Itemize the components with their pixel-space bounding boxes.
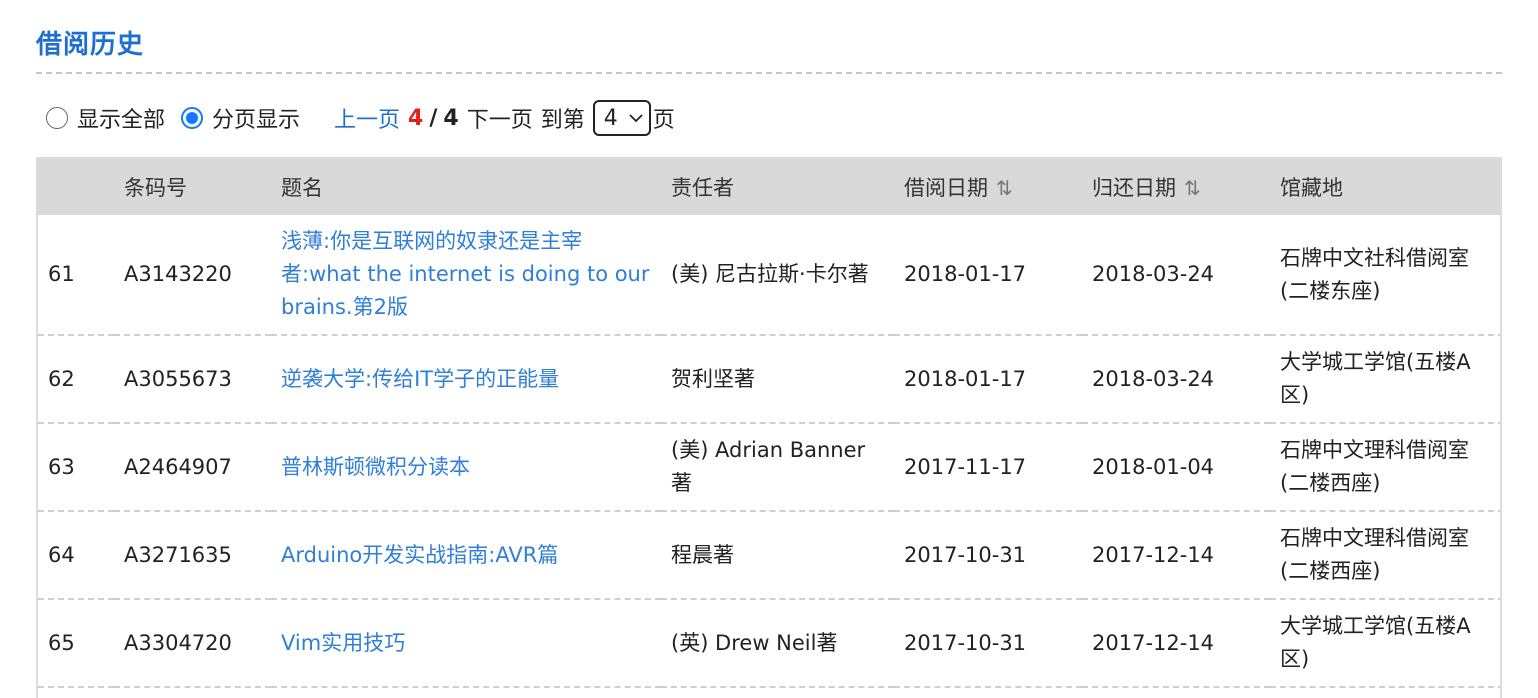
borrow-date-label: 借阅日期 [904, 176, 988, 200]
cell-location: 石牌中文社科借阅室(二楼东座) [1270, 215, 1500, 336]
table-row: 61 A3143220 浅薄:你是互联网的奴隶还是主宰者:what the in… [38, 215, 1500, 336]
cell-return-date: 2018-03-24 [1082, 215, 1270, 336]
col-header-no [38, 159, 114, 215]
borrow-history-page: 借阅历史 显示全部 分页显示 上一页 4 / 4 下一页 到第 4 页 条码号 … [0, 0, 1538, 698]
col-header-barcode: 条码号 [114, 159, 271, 215]
table-row: 65 A3304720 Vim实用技巧 (英) Drew Neil著 2017-… [38, 599, 1500, 688]
return-date-label: 归还日期 [1092, 176, 1176, 200]
cell-return-date: 2018-03-24 [1082, 335, 1270, 424]
paged-radio[interactable] [181, 107, 204, 129]
cell-barcode: A3143220 [114, 215, 271, 336]
table-row: 63 A2464907 普林斯顿微积分读本 (美) Adrian Banner著… [38, 423, 1500, 512]
cell-author: (美) Adrian Banner著 [661, 423, 894, 512]
cell-location: 大学城工学馆(五楼A区) [1270, 335, 1500, 424]
cell-title: 普林斯顿微积分读本 [271, 423, 661, 512]
col-header-author: 责任者 [661, 159, 894, 215]
show-all-label: 显示全部 [77, 108, 166, 133]
history-table: 条码号 题名 责任者 借阅日期 ⇅ 归还日期 ⇅ 馆藏地 61 A3143220 浅 [38, 159, 1500, 688]
show-all-option[interactable]: 显示全部 [46, 102, 165, 134]
cell-borrow-date: 2018-01-17 [894, 335, 1082, 424]
prev-page-link[interactable]: 上一页 [334, 102, 400, 134]
col-header-title: 题名 [271, 159, 661, 215]
display-controls: 显示全部 分页显示 上一页 4 / 4 下一页 到第 4 页 [46, 98, 675, 138]
cell-no: 63 [38, 423, 114, 512]
cell-author: 程晨著 [661, 511, 894, 600]
cell-title: 浅薄:你是互联网的奴隶还是主宰者:what the internet is do… [271, 215, 661, 336]
paged-label: 分页显示 [212, 108, 301, 133]
cell-return-date: 2018-01-04 [1082, 423, 1270, 512]
book-title-link[interactable]: 浅薄:你是互联网的奴隶还是主宰者:what the internet is do… [281, 229, 650, 319]
current-page: 4 [408, 105, 424, 131]
page-title: 借阅历史 [36, 30, 145, 60]
cell-borrow-date: 2017-10-31 [894, 511, 1082, 600]
cell-borrow-date: 2017-10-31 [894, 599, 1082, 688]
cell-return-date: 2017-12-14 [1082, 599, 1270, 688]
book-title-link[interactable]: 逆袭大学:传给IT学子的正能量 [281, 367, 559, 391]
cell-barcode: A3304720 [114, 599, 271, 688]
total-pages: 4 [443, 105, 459, 131]
table-row: 62 A3055673 逆袭大学:传给IT学子的正能量 贺利坚著 2018-01… [38, 335, 1500, 424]
cell-barcode: A3055673 [114, 335, 271, 424]
title-divider [36, 72, 1502, 74]
table-header-row: 条码号 题名 责任者 借阅日期 ⇅ 归还日期 ⇅ 馆藏地 [38, 159, 1500, 215]
page-select-value: 4 [603, 105, 618, 131]
goto-prefix: 到第 [540, 108, 585, 133]
book-title-link[interactable]: 普林斯顿微积分读本 [281, 455, 470, 479]
book-title-link[interactable]: Vim实用技巧 [281, 631, 405, 655]
cell-barcode: A2464907 [114, 423, 271, 512]
col-header-borrow-date[interactable]: 借阅日期 ⇅ [894, 159, 1082, 215]
cell-author: (英) Drew Neil著 [661, 599, 894, 688]
cell-barcode: A3271635 [114, 511, 271, 600]
next-page-link[interactable]: 下一页 [467, 102, 533, 134]
sort-updown-icon[interactable]: ⇅ [1184, 176, 1201, 200]
chevron-down-icon [629, 114, 643, 123]
cell-no: 62 [38, 335, 114, 424]
goto-suffix: 页 [652, 108, 675, 133]
show-all-radio[interactable] [46, 107, 68, 129]
cell-borrow-date: 2018-01-17 [894, 215, 1082, 336]
pager: 上一页 4 / 4 下一页 到第 4 页 [334, 100, 675, 136]
paged-option[interactable]: 分页显示 [181, 102, 300, 134]
cell-no: 61 [38, 215, 114, 336]
cell-title: 逆袭大学:传给IT学子的正能量 [271, 335, 661, 424]
table-row: 64 A3271635 Arduino开发实战指南:AVR篇 程晨著 2017-… [38, 511, 1500, 600]
page-separator: / [429, 105, 438, 131]
col-header-location: 馆藏地 [1270, 159, 1500, 215]
book-title-link[interactable]: Arduino开发实战指南:AVR篇 [281, 543, 558, 567]
cell-no: 65 [38, 599, 114, 688]
cell-borrow-date: 2017-11-17 [894, 423, 1082, 512]
sort-updown-icon[interactable]: ⇅ [996, 176, 1013, 200]
history-table-container: 条码号 题名 责任者 借阅日期 ⇅ 归还日期 ⇅ 馆藏地 61 A3143220 浅 [36, 157, 1502, 698]
cell-title: Arduino开发实战指南:AVR篇 [271, 511, 661, 600]
cell-author: 贺利坚著 [661, 335, 894, 424]
page-select[interactable]: 4 [592, 100, 651, 136]
cell-author: (美) 尼古拉斯·卡尔著 [661, 215, 894, 336]
cell-title: Vim实用技巧 [271, 599, 661, 688]
cell-location: 石牌中文理科借阅室(二楼西座) [1270, 511, 1500, 600]
col-header-return-date[interactable]: 归还日期 ⇅ [1082, 159, 1270, 215]
cell-location: 大学城工学馆(五楼A区) [1270, 599, 1500, 688]
cell-location: 石牌中文理科借阅室(二楼西座) [1270, 423, 1500, 512]
cell-return-date: 2017-12-14 [1082, 511, 1270, 600]
cell-no: 64 [38, 511, 114, 600]
